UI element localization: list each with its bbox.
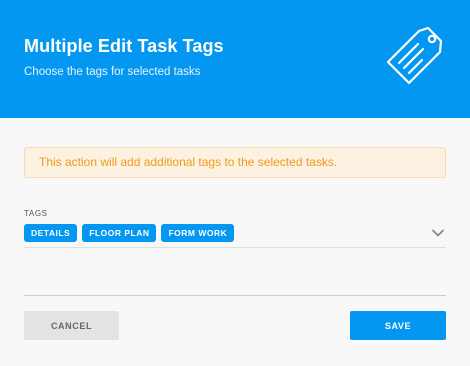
tags-field-label: TAGS (24, 209, 48, 218)
save-button[interactable]: SAVE (350, 311, 446, 340)
tags-select[interactable]: DETAILS FLOOR PLAN FORM WORK (24, 224, 235, 242)
tag-chip-floor-plan[interactable]: FLOOR PLAN (82, 224, 157, 242)
cancel-button[interactable]: CANCEL (24, 311, 119, 340)
tag-chip-details[interactable]: DETAILS (24, 224, 78, 242)
chevron-down-icon[interactable] (431, 228, 445, 238)
tags-field-underline (24, 247, 446, 248)
tag-chip-form-work[interactable]: FORM WORK (161, 224, 235, 242)
dialog-title: Multiple Edit Task Tags (24, 36, 224, 56)
edit-tags-dialog: Multiple Edit Task Tags Choose the tags … (0, 0, 470, 366)
warning-alert: This action will add additional tags to … (24, 147, 446, 178)
footer-divider (24, 295, 446, 296)
tag-icon (386, 26, 443, 85)
dialog-header: Multiple Edit Task Tags Choose the tags … (0, 0, 470, 118)
dialog-subtitle: Choose the tags for selected tasks (24, 66, 201, 78)
